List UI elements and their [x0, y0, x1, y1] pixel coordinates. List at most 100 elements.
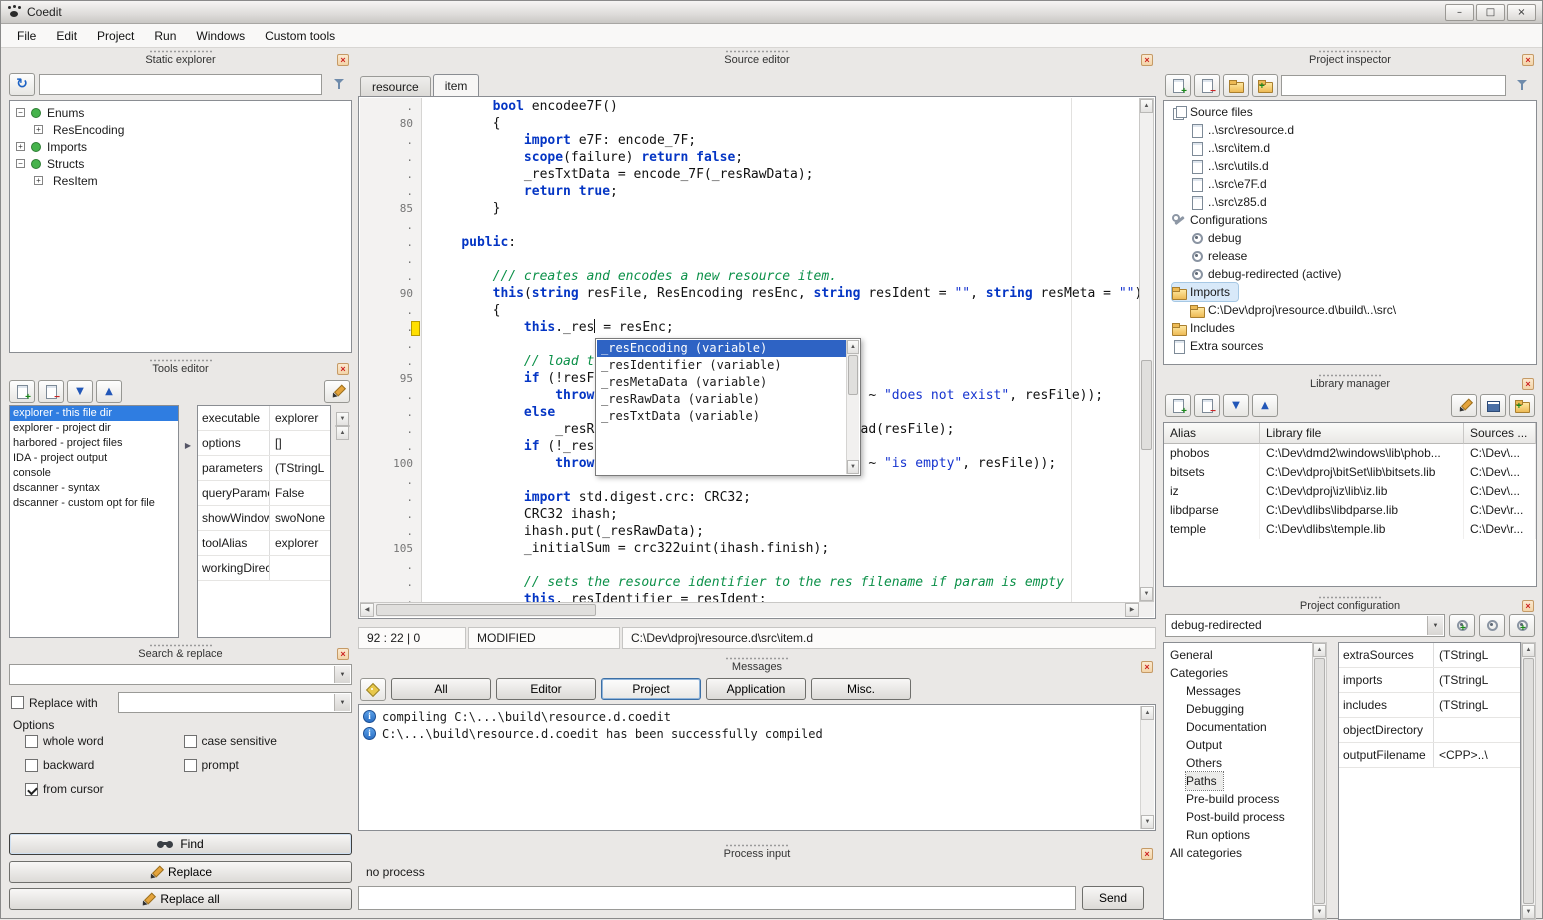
scroll-up-icon[interactable]: ▲ [1313, 643, 1326, 657]
property-row[interactable]: workingDirect [198, 556, 330, 581]
code-line[interactable]: . ihash.put(_resRawData); [360, 523, 1139, 540]
tool-list-item[interactable]: IDA - project output [10, 451, 178, 466]
expander-icon[interactable]: − [16, 159, 25, 168]
project-configuration-header[interactable]: Project configuration × [1163, 594, 1537, 614]
completion-item[interactable]: _resIdentifier (variable) [597, 357, 846, 374]
scroll-down-icon[interactable]: ▼ [1141, 815, 1154, 829]
remove-source-button[interactable] [1194, 74, 1220, 97]
replace-with-checkbox[interactable] [11, 696, 24, 709]
code-line[interactable]: . import std.digest.crc: CRC32; [360, 489, 1139, 506]
tool-list-item[interactable]: explorer - project dir [10, 421, 178, 436]
edit-tool-button[interactable] [324, 380, 350, 403]
code-line[interactable]: . scope(failure) return false; [360, 149, 1139, 166]
move-library-up-button[interactable]: ▲ [1252, 394, 1278, 417]
menu-item[interactable]: File [7, 26, 46, 46]
expander-icon[interactable]: + [16, 142, 25, 151]
edit-library-button[interactable] [1451, 394, 1477, 417]
panel-close-icon[interactable]: × [1141, 661, 1153, 673]
tools-editor-header[interactable]: Tools editor × [9, 357, 352, 377]
checkbox-icon[interactable] [184, 735, 197, 748]
scroll-down-icon[interactable]: ▼ [1313, 905, 1326, 919]
library-row[interactable]: bitsets C:\Dev\dproj\bitSet\lib\bitsets.… [1164, 463, 1536, 482]
library-row[interactable]: iz C:\Dev\dproj\iz\lib\iz.lib C:\Dev\... [1164, 482, 1536, 501]
search-option[interactable]: prompt [184, 758, 343, 772]
inspector-filter-input[interactable] [1281, 75, 1506, 96]
code-line[interactable]: . this._res = resEnc; [360, 319, 1139, 336]
message-row[interactable]: i C:\...\build\resource.d.coedit has bee… [359, 725, 1155, 742]
code-line[interactable]: . // sets the resource identifier to the… [360, 574, 1139, 591]
combo-arrow-icon[interactable]: ▼ [334, 694, 350, 711]
property-value[interactable]: <CPP>..\ [1434, 743, 1520, 767]
completion-item[interactable]: _resEncoding (variable) [597, 340, 846, 357]
code-line[interactable]: 80 { [360, 115, 1139, 132]
configuration-selector[interactable]: debug-redirected ▼ [1165, 614, 1445, 637]
project-tree-item[interactable]: Configurations [1172, 211, 1275, 229]
panel-close-icon[interactable]: × [337, 363, 349, 375]
completion-item[interactable]: _resMetaData (variable) [597, 374, 846, 391]
property-value[interactable]: (TStringL [1434, 643, 1520, 667]
add-folder-button[interactable] [1252, 74, 1278, 97]
column-header[interactable]: Sources ... [1464, 423, 1536, 444]
property-value[interactable]: explorer [270, 531, 330, 555]
process-input-header[interactable]: Process input × [358, 842, 1156, 862]
menu-item[interactable]: Custom tools [255, 26, 345, 46]
message-filter-button[interactable]: Project [601, 678, 701, 700]
configuration-grid-scrollbar[interactable]: ▲ ▼ [1521, 642, 1536, 920]
category-tree-scrollbar[interactable]: ▲ ▼ [1312, 642, 1327, 920]
library-folder-button[interactable] [1509, 394, 1535, 417]
project-tree-item[interactable]: C:\Dev\dproj\resource.d\build\..\src\ [1190, 301, 1404, 319]
category-item[interactable]: All categories [1170, 844, 1248, 862]
code-line[interactable]: 90 this(string resFile, ResEncoding resE… [360, 285, 1139, 302]
menu-item[interactable]: Windows [186, 26, 255, 46]
search-option[interactable]: backward [25, 758, 184, 772]
property-row[interactable]: objectDirectory [1339, 718, 1520, 743]
search-replace-header[interactable]: Search & replace × [9, 642, 352, 662]
library-row[interactable]: libdparse C:\Dev\dlibs\libdparse.lib C:\… [1164, 501, 1536, 520]
combo-arrow-icon[interactable]: ▼ [1427, 616, 1443, 635]
project-tree-item[interactable]: ..\src\e7F.d [1190, 175, 1275, 193]
code-line[interactable]: . { [360, 302, 1139, 319]
project-tree-item[interactable]: Source files [1172, 103, 1261, 121]
menu-item[interactable]: Project [87, 26, 144, 46]
code-line[interactable]: . /// creates and encodes a new resource… [360, 268, 1139, 285]
tool-list-item[interactable]: harbored - project files [10, 436, 178, 451]
project-tree-item[interactable]: ..\src\resource.d [1190, 121, 1302, 139]
column-header[interactable]: Library file [1260, 423, 1464, 444]
code-line[interactable]: . [360, 217, 1139, 234]
scrollbar-thumb[interactable] [1523, 658, 1534, 904]
code-line[interactable]: . import e7F: encode_7F; [360, 132, 1139, 149]
static-explorer-header[interactable]: Static explorer × [9, 48, 352, 68]
checkbox-icon[interactable] [25, 759, 38, 772]
category-item[interactable]: Categories [1170, 664, 1234, 682]
checkbox-icon[interactable] [25, 783, 38, 796]
scroll-down-icon[interactable]: ▼ [847, 460, 859, 474]
expander-icon[interactable]: + [34, 176, 43, 185]
property-value[interactable]: False [270, 481, 330, 505]
expander-icon[interactable]: + [34, 125, 43, 134]
code-line[interactable]: 105 _initialSum = crc322uint(ihash.finis… [360, 540, 1139, 557]
replace-with-option[interactable]: Replace with [11, 696, 113, 710]
category-item[interactable]: Documentation [1186, 718, 1273, 736]
code-line[interactable]: . CRC32 ihash; [360, 506, 1139, 523]
checkbox-icon[interactable] [25, 735, 38, 748]
process-input-field[interactable] [358, 886, 1076, 910]
add-library-button[interactable] [1165, 394, 1191, 417]
message-filter-button[interactable]: Application [706, 678, 806, 700]
scrollbar-thumb[interactable] [848, 355, 858, 395]
completion-item[interactable]: _resRawData (variable) [597, 391, 846, 408]
project-tree-item[interactable]: Extra sources [1172, 337, 1271, 355]
editor-horizontal-scrollbar[interactable]: ◀ ▶ [360, 602, 1139, 617]
tools-splitter[interactable]: ▶ [180, 405, 196, 638]
message-filter-button[interactable]: Misc. [811, 678, 911, 700]
code-line[interactable]: . this._resIdentifier = resIdent; [360, 591, 1139, 602]
panel-close-icon[interactable]: × [337, 54, 349, 66]
editor-vertical-scrollbar[interactable]: ▲ ▼ [1139, 98, 1154, 602]
category-item[interactable]: Paths [1186, 772, 1223, 790]
completion-scrollbar[interactable]: ▲ ▼ [846, 340, 859, 474]
messages-scrollbar[interactable]: ▲ ▼ [1140, 706, 1154, 829]
property-value[interactable]: (TStringL [1434, 693, 1520, 717]
scroll-right-icon[interactable]: ▶ [1125, 603, 1139, 617]
panel-close-icon[interactable]: × [1141, 54, 1153, 66]
symbol-tree-item[interactable]: − Enums [10, 104, 351, 121]
search-option[interactable]: whole word [25, 734, 184, 748]
